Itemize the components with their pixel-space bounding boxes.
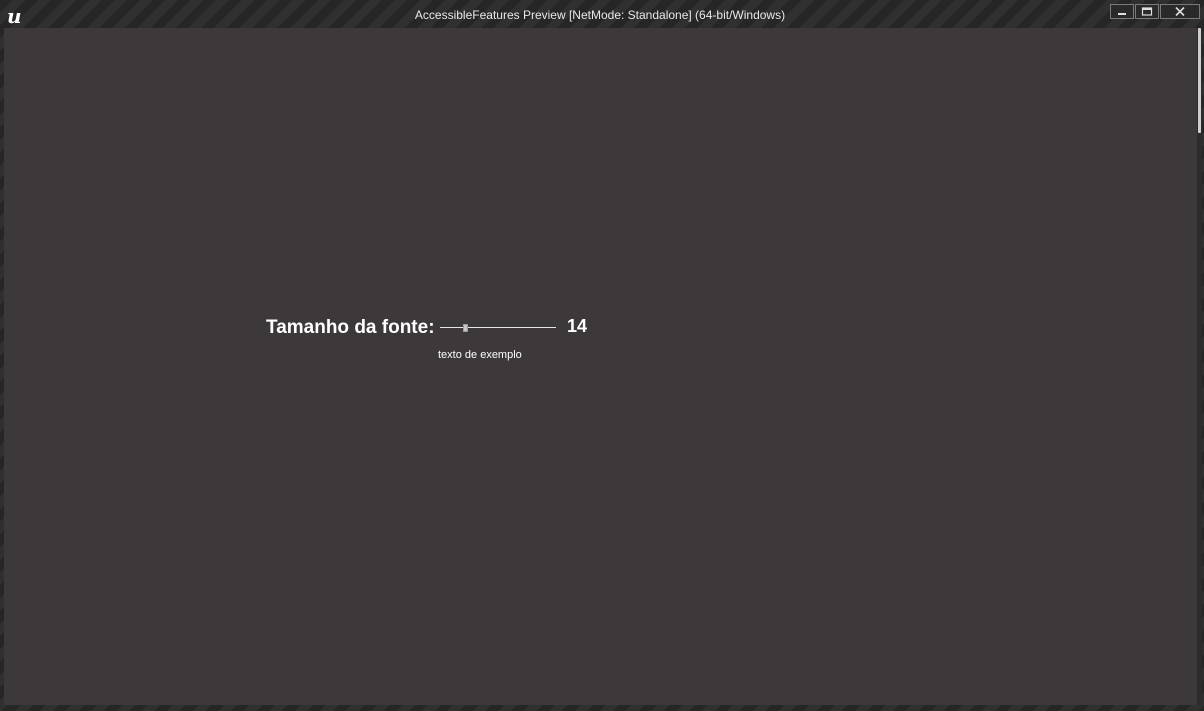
svg-text:u: u	[7, 5, 22, 27]
font-size-value: 14	[567, 316, 588, 336]
maximize-icon	[1141, 7, 1153, 16]
minimize-icon	[1118, 12, 1126, 15]
title-bar[interactable]: u AccessibleFeatures Preview [NetMode: S…	[0, 0, 1204, 30]
slider-handle[interactable]	[463, 324, 468, 332]
font-size-slider[interactable]	[440, 320, 556, 336]
scrollbar-thumb[interactable]	[1198, 28, 1201, 133]
window-controls	[1110, 4, 1200, 19]
game-window: u AccessibleFeatures Preview [NetMode: S…	[0, 0, 1204, 711]
game-viewport	[4, 28, 1197, 705]
vertical-scrollbar[interactable]	[1197, 28, 1202, 705]
window-title: AccessibleFeatures Preview [NetMode: Sta…	[414, 8, 786, 22]
font-size-label: Tamanho da fonte:	[266, 317, 435, 338]
unreal-engine-logo-icon: u	[5, 5, 27, 27]
minimize-button[interactable]	[1110, 4, 1134, 19]
maximize-button[interactable]	[1135, 4, 1159, 19]
sample-text: texto de exemplo	[438, 349, 522, 361]
close-icon	[1175, 7, 1185, 16]
close-button[interactable]	[1160, 4, 1200, 19]
slider-track	[440, 327, 556, 328]
